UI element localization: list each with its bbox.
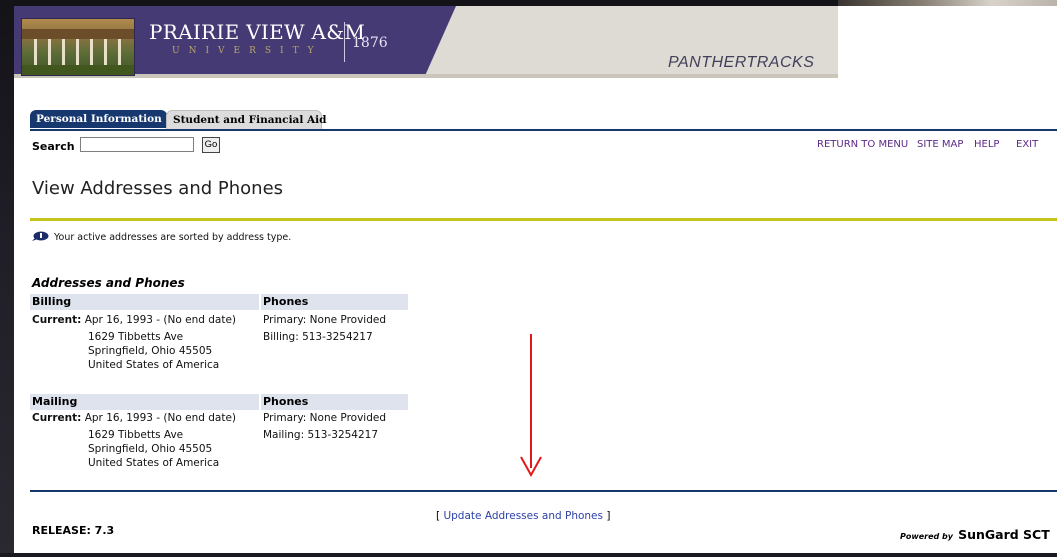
tab-personal-information[interactable]: Personal Information [30,110,167,128]
site-map-link[interactable]: SITE MAP [917,139,963,150]
phones-header: Phones [261,394,408,410]
app-name: PANTHERTRACKS [668,54,815,71]
current-date-range: Apr 16, 1993 - (No end date) [84,314,237,326]
header-banner: PRAIRIE VIEW A&M UNIVERSITY 1876 PANTHER… [14,6,838,78]
phones-header-label: Phones [263,295,309,308]
phone-billing: Billing: 513-3254217 [263,331,373,343]
address-type-header: Billing [30,294,259,310]
current-date-range: Apr 16, 1993 - (No end date) [84,412,237,424]
current-label: Current: [32,412,82,424]
powered-by: Powered by SunGard SCT [900,524,1050,543]
info-speech-bubble-icon [32,231,49,241]
address-country: United States of America [88,457,220,469]
banner-divider [344,22,345,62]
founded-year: 1876 [352,35,388,51]
update-addresses-phones-link[interactable]: Update Addresses and Phones [443,510,603,522]
campus-photo-logo[interactable] [21,18,135,76]
footer-rule [30,490,1057,492]
release-version: RELEASE: 7.3 [32,524,115,537]
address-city: Springfield, Ohio 45505 [88,345,213,357]
annotation-arrow-shaft [530,334,532,468]
banner-wedge [424,6,456,78]
banner-stripe [14,74,838,78]
address-type-label: Mailing [32,395,78,408]
tab-student-financial-aid[interactable]: Student and Financial Aid [166,110,327,129]
phones-header: Phones [261,294,408,310]
search-label: Search [32,140,75,153]
phone-primary: Primary: None Provided [263,314,386,326]
phone-primary: Primary: None Provided [263,412,386,424]
section-title: Addresses and Phones [32,276,185,290]
bracket-close: ] [606,510,611,522]
address-type-header: Mailing [30,394,259,410]
window-frame-bottom [0,553,1057,557]
current-range: Current: Apr 16, 1993 - (No end date) [32,314,236,326]
phones-header-label: Phones [263,395,309,408]
powered-prefix: Powered by [900,532,953,541]
title-rule [30,218,1057,221]
info-message: Your active addresses are sorted by addr… [54,232,292,243]
address-city: Springfield, Ohio 45505 [88,443,213,455]
help-link[interactable]: HELP [974,139,999,150]
phone-mailing: Mailing: 513-3254217 [263,429,379,441]
search-input[interactable] [80,137,194,152]
university-subtitle: UNIVERSITY [172,46,323,56]
page-title: View Addresses and Phones [32,178,284,199]
current-label: Current: [32,314,82,326]
address-type-label: Billing [32,295,72,308]
address-country: United States of America [88,359,220,371]
sungard-logo: SunGard SCT [958,527,1050,542]
address-street: 1629 Tibbetts Ave [88,429,184,441]
return-to-menu-link[interactable]: RETURN TO MENU [817,139,908,150]
page-content: PRAIRIE VIEW A&M UNIVERSITY 1876 PANTHER… [14,6,1057,553]
current-range: Current: Apr 16, 1993 - (No end date) [32,412,236,424]
search-go-button[interactable]: Go [202,137,220,153]
update-link-wrapper: [ Update Addresses and Phones ] [436,510,610,522]
bracket-open: [ [436,510,441,522]
university-name: PRAIRIE VIEW A&M [149,20,366,44]
tab-underline [30,129,1057,131]
red-down-arrow-icon [520,456,542,477]
exit-link[interactable]: EXIT [1016,139,1038,150]
address-street: 1629 Tibbetts Ave [88,331,184,343]
window-frame-left [0,0,14,557]
